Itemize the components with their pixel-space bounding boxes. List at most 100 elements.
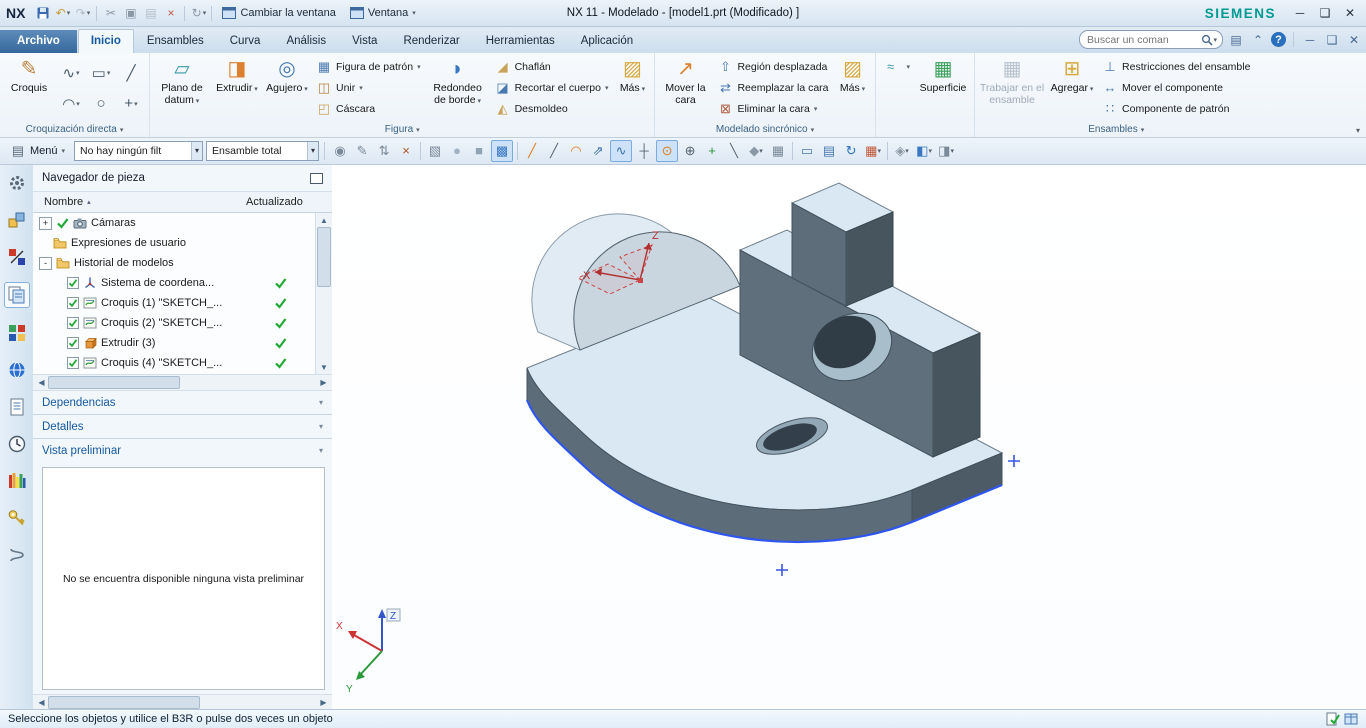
alert-ok-icon[interactable]: [1326, 712, 1340, 726]
redo-button[interactable]: ↷ ▾: [73, 4, 92, 22]
touch-select-icon[interactable]: ◉: [330, 141, 350, 161]
ribbon-options-icon[interactable]: ▾: [1356, 126, 1360, 135]
solid-select-icon[interactable]: ■: [469, 141, 489, 161]
panel-horizontal-scrollbar[interactable]: ◀ ▶: [33, 694, 332, 710]
paste-button[interactable]: ▤: [141, 4, 160, 22]
tab-vista[interactable]: Vista: [339, 30, 390, 53]
minimize-ribbon-icon[interactable]: ⌃: [1249, 31, 1267, 49]
snap-pole-icon[interactable]: ⇗: [588, 141, 608, 161]
add-component-button[interactable]: ⊞ Agregar ▾: [1047, 54, 1097, 122]
selection-scope-dropdown[interactable]: Ensamble total ▾: [206, 140, 320, 161]
navigation-pane-gear-icon[interactable]: [5, 171, 29, 195]
sketch-button[interactable]: ✎ Croquis: [3, 54, 55, 122]
tab-análisis[interactable]: Análisis: [273, 30, 339, 53]
graphics-viewport[interactable]: X Z Z X Y: [332, 165, 1366, 710]
snap-point-icon[interactable]: ▩: [491, 139, 514, 162]
render-style-icon[interactable]: ◆ ▾: [746, 141, 766, 161]
model-wall-right-face[interactable]: [932, 332, 981, 458]
swept-surface-button[interactable]: ≈ ▾: [879, 57, 915, 76]
copy-button[interactable]: ▣: [121, 4, 140, 22]
point-icon[interactable]: + ▾: [116, 88, 146, 119]
hole-button[interactable]: ◎ Agujero ▾: [263, 54, 311, 122]
undock-panel-icon[interactable]: [310, 172, 323, 184]
chamfer-button[interactable]: ◢ Chaflán: [491, 57, 613, 76]
effects-icon[interactable]: ◈ ▾: [892, 141, 912, 161]
vertical-scrollbar[interactable]: ▲ ▼: [315, 213, 332, 374]
delete-face-button[interactable]: ⊠ Eliminar la cara ▾: [713, 99, 832, 118]
doc-close-button[interactable]: ✕: [1345, 31, 1363, 49]
history-icon[interactable]: [5, 395, 29, 419]
shell-button[interactable]: ◰ Cáscara: [312, 99, 425, 118]
menu-button[interactable]: ▤ Menú ▾: [4, 140, 71, 161]
trim-body-button[interactable]: ◪ Recortar el cuerpo ▾: [491, 78, 613, 97]
more-feature-button[interactable]: ▨ Más ▾: [613, 54, 651, 122]
tab-herramientas[interactable]: Herramientas: [473, 30, 568, 53]
node-camaras[interactable]: + Cámaras: [33, 213, 315, 233]
tab-curva[interactable]: Curva: [217, 30, 274, 53]
line-icon[interactable]: ╱: [116, 57, 146, 88]
surface-button[interactable]: ▦ Superficie: [915, 54, 971, 122]
group-label-ensambles[interactable]: Ensambles ▾: [978, 122, 1254, 137]
node-croquis-2[interactable]: Croquis (2) "SKETCH_...: [33, 313, 315, 333]
scroll-left-icon[interactable]: ◀: [35, 698, 48, 707]
section-vista-preliminar[interactable]: Vista preliminar ▾: [33, 439, 332, 462]
marquee-select-icon[interactable]: ▧: [425, 141, 445, 161]
move-face-button[interactable]: ↗ Mover la cara: [658, 54, 712, 122]
group-label-superficie[interactable]: [879, 122, 972, 137]
offset-region-button[interactable]: ⇧ Región desplazada: [713, 57, 832, 76]
annotate-icon[interactable]: ✎: [352, 141, 372, 161]
scroll-down-icon[interactable]: ▼: [320, 360, 328, 374]
minimize-button[interactable]: ─: [1288, 4, 1312, 22]
edge-blend-button[interactable]: ◗ Redondeo de borde ▾: [426, 54, 490, 122]
group-label-modelado-sincronico[interactable]: Modelado sincrónico ▾: [658, 122, 871, 137]
workpiece-icon[interactable]: ▦: [768, 141, 788, 161]
constraint-navigator-icon[interactable]: [5, 245, 29, 269]
section-dependencias[interactable]: Dependencias ▾: [33, 391, 332, 415]
tab-archivo[interactable]: Archivo: [0, 30, 77, 53]
snap-grid-icon[interactable]: ┼: [634, 141, 654, 161]
pattern-feature-button[interactable]: ▦ Figura de patrón ▾: [312, 57, 425, 76]
scroll-right-icon[interactable]: ▶: [317, 698, 330, 707]
layer-settings-icon[interactable]: ▦ ▾: [863, 141, 883, 161]
snap-endpoint-icon[interactable]: ╱: [522, 141, 542, 161]
sphere-select-icon[interactable]: ●: [447, 141, 467, 161]
web-browser-icon[interactable]: [5, 358, 29, 382]
node-csys[interactable]: Sistema de coordena...: [33, 273, 315, 293]
scroll-right-icon[interactable]: ▶: [317, 378, 330, 387]
node-extrudir-3[interactable]: Extrudir (3): [33, 333, 315, 353]
repeat-command-button[interactable]: ↻ ▾: [189, 4, 208, 22]
window-grid-icon[interactable]: [1344, 712, 1358, 726]
tree-expander-icon[interactable]: +: [39, 216, 52, 230]
scrollbar-thumb[interactable]: [48, 376, 180, 389]
assembly-navigator-icon[interactable]: [5, 208, 29, 232]
close-button[interactable]: ✕: [1338, 4, 1362, 22]
move-component-button[interactable]: ↔ Mover el componente: [1098, 78, 1254, 97]
suppress-checkbox[interactable]: [67, 357, 79, 369]
more-synchronous-button[interactable]: ▨ Más ▾: [834, 54, 872, 122]
arc-icon[interactable]: ◠ ▾: [56, 88, 86, 119]
window-display-icon[interactable]: ▭: [797, 141, 817, 161]
extrude-button[interactable]: ◨ Extrudir ▾: [212, 54, 262, 122]
scroll-left-icon[interactable]: ◀: [35, 378, 48, 387]
command-finder[interactable]: ▾: [1079, 30, 1223, 49]
circle-icon[interactable]: ○: [86, 88, 116, 119]
help-icon[interactable]: ?: [1271, 32, 1286, 47]
selection-filter-dropdown[interactable]: No hay ningún filt ▾: [74, 140, 204, 161]
undo-button[interactable]: ↶ ▾: [53, 4, 72, 22]
suppress-checkbox[interactable]: [67, 297, 79, 309]
tree-horizontal-scrollbar[interactable]: ◀ ▶: [33, 374, 332, 391]
work-in-assembly-button[interactable]: ▦ Trabajar en el ensamble: [978, 54, 1046, 122]
chevron-down-icon[interactable]: ▾: [1213, 36, 1217, 44]
snap-intersection-icon[interactable]: +: [702, 141, 722, 161]
cut-button[interactable]: ✂: [101, 4, 120, 22]
doc-restore-button[interactable]: ❑: [1323, 31, 1341, 49]
datum-plane-button[interactable]: ▱ Plano de datum ▾: [153, 54, 211, 122]
tab-renderizar[interactable]: Renderizar: [390, 30, 472, 53]
snap-quadrant-icon[interactable]: ⊕: [680, 141, 700, 161]
rectangle-icon[interactable]: ▭ ▾: [86, 57, 116, 88]
clipboard-icon[interactable]: ▤: [1227, 31, 1245, 49]
tab-ensambles[interactable]: Ensambles: [134, 30, 217, 53]
column-header-nombre[interactable]: Nombre: [44, 196, 83, 208]
switch-window-button[interactable]: Cambiar la ventana: [215, 3, 342, 23]
snap-center-icon[interactable]: ⊙: [656, 139, 679, 162]
